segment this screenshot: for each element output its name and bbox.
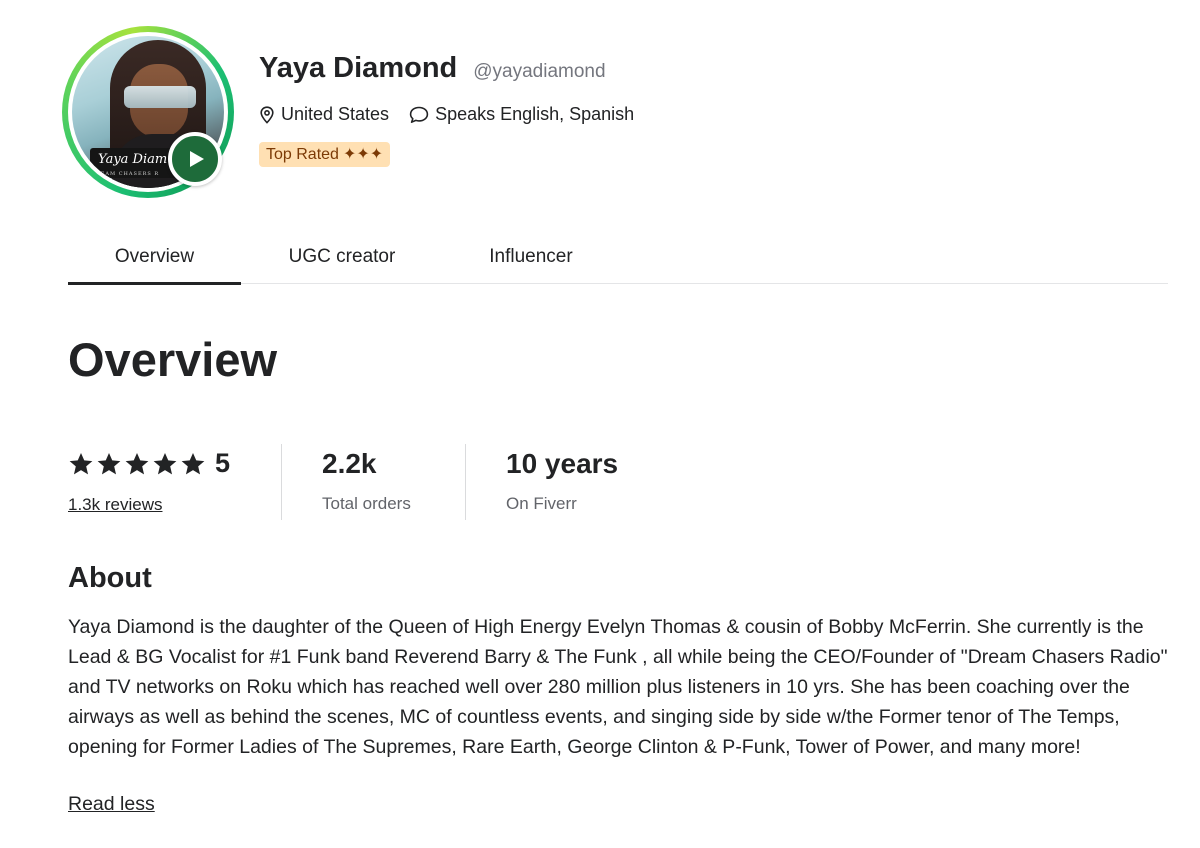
about-title: About xyxy=(68,562,152,594)
play-intro-video-button[interactable] xyxy=(168,132,222,186)
reviews-link[interactable]: 1.3k reviews xyxy=(68,495,162,515)
profile-header: Yaya Diamond @yayadiamond xyxy=(259,52,606,85)
star-icon xyxy=(153,452,177,474)
about-text: Yaya Diamond is the daughter of the Quee… xyxy=(68,616,1168,758)
location-pin-icon xyxy=(260,105,274,124)
tab-ugc-creator[interactable]: UGC creator xyxy=(268,232,416,284)
star-icon xyxy=(69,452,93,474)
languages-text: Speaks English, Spanish xyxy=(435,104,635,124)
stat-divider xyxy=(465,444,466,520)
languages: Speaks English, Spanish xyxy=(409,104,634,125)
tab-influencer[interactable]: Influencer xyxy=(468,232,594,284)
profile-name: Yaya Diamond xyxy=(259,52,458,84)
profile-tabs: Overview UGC creator Influencer xyxy=(68,232,1168,285)
tenure-stat: 10 years On Fiverr xyxy=(506,448,618,514)
tenure-value: 10 years xyxy=(506,448,619,479)
profile-meta: United States Speaks English, Spanish xyxy=(259,104,654,125)
overview-title: Overview xyxy=(68,333,278,386)
orders-label: Total orders xyxy=(322,494,411,513)
tab-overview[interactable]: Overview xyxy=(68,232,241,285)
rating-stat: 5 1.3k reviews xyxy=(68,448,258,515)
speech-bubble-icon xyxy=(409,106,429,123)
star-rating: 5 xyxy=(68,448,258,479)
diamond-icons: ✦✦✦ xyxy=(342,146,384,163)
profile-avatar[interactable]: Yaya Diam REAM CHASERS R xyxy=(62,26,234,198)
orders-stat: 2.2k Total orders xyxy=(322,448,411,514)
top-rated-badge: Top Rated ✦✦✦ xyxy=(259,142,391,167)
orders-value: 2.2k xyxy=(322,448,377,479)
profile-handle: @yayadiamond xyxy=(473,61,606,82)
star-icon xyxy=(181,452,205,474)
rating-value: 5 xyxy=(215,448,231,478)
play-icon xyxy=(189,151,204,167)
stat-divider xyxy=(281,444,282,520)
tenure-label: On Fiverr xyxy=(506,494,577,513)
location-text: United States xyxy=(281,104,390,124)
location: United States xyxy=(259,104,389,125)
read-less-link[interactable]: Read less xyxy=(68,793,155,816)
avatar-banner: Yaya Diam REAM CHASERS R xyxy=(90,148,176,178)
star-icon xyxy=(97,452,121,474)
star-icon xyxy=(125,452,149,474)
